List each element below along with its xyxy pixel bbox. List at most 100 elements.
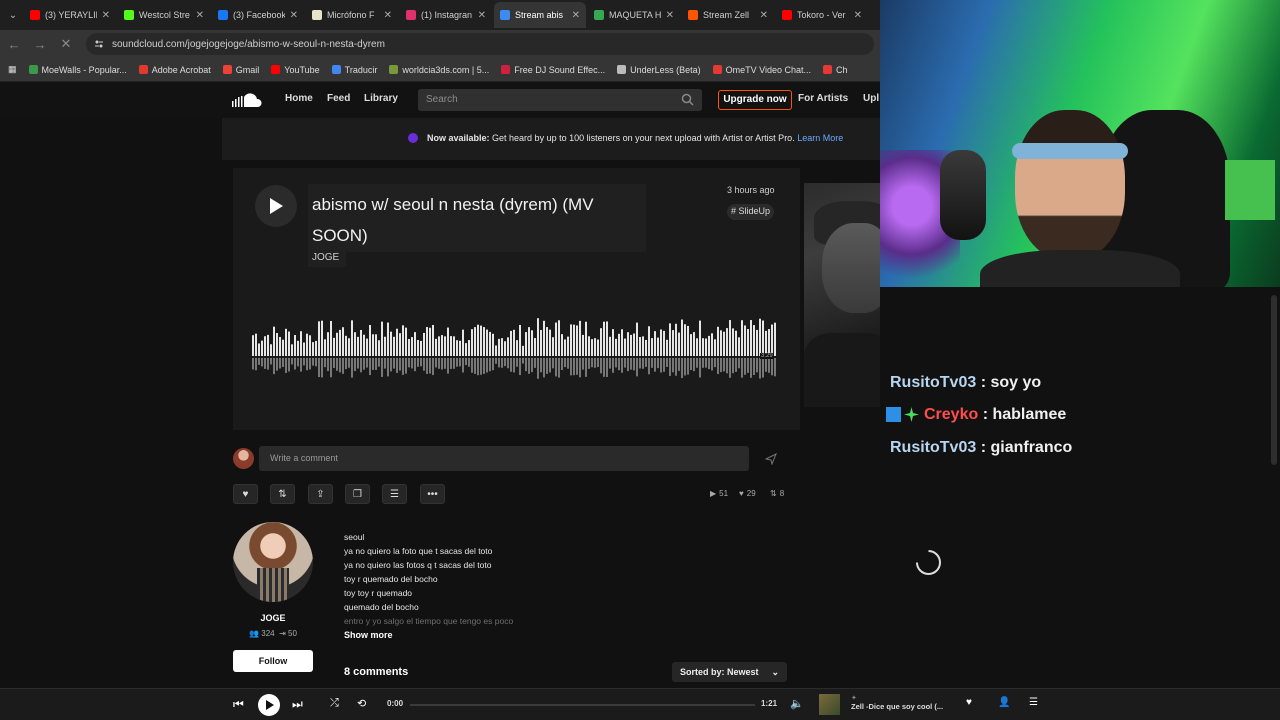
follow-user-icon[interactable]: 👤: [998, 697, 1010, 708]
address-bar[interactable]: soundcloud.com/jogejogejoge/abismo-w-seo…: [86, 33, 874, 55]
announcement-banner: Now available: Get heard by up to 100 li…: [222, 118, 880, 160]
waveform-bar: [441, 335, 443, 356]
waveform-reflection: [663, 358, 665, 372]
send-icon[interactable]: [760, 449, 782, 469]
browser-tab[interactable]: MAQUETA H ✕: [588, 2, 680, 28]
bookmark-item[interactable]: Free DJ Sound Effec...: [501, 65, 605, 75]
comment-input[interactable]: Write a comment: [259, 446, 749, 471]
chevron-down-icon: ⌄: [771, 667, 779, 677]
play-button[interactable]: [255, 185, 297, 227]
close-icon[interactable]: ✕: [760, 10, 768, 21]
waveform-reflection: [366, 358, 368, 368]
for-artists-link[interactable]: For Artists: [798, 93, 848, 104]
waveform-reflection: [267, 358, 269, 370]
progress-bar[interactable]: [410, 704, 755, 706]
waveform-bar: [654, 331, 656, 356]
following-icon: ⇥: [279, 629, 286, 638]
browser-tab[interactable]: Tokoro - Ver ✕: [776, 2, 868, 28]
back-icon[interactable]: ←: [6, 37, 22, 52]
waveform-reflection: [378, 358, 380, 367]
waveform-reflection: [729, 358, 731, 378]
site-info-icon[interactable]: [94, 39, 104, 49]
sort-dropdown[interactable]: Sorted by: Newest ⌄: [672, 662, 787, 682]
bookmark-item[interactable]: Adobe Acrobat: [138, 65, 211, 75]
chat-scrollbar[interactable]: [1271, 295, 1277, 465]
waveform-reflection: [699, 358, 701, 378]
waveform-reflection: [450, 358, 452, 369]
now-playing-artwork[interactable]: [819, 694, 840, 715]
show-more-button[interactable]: Show more: [344, 630, 393, 640]
close-icon[interactable]: ✕: [102, 10, 110, 21]
waveform-bar: [435, 338, 437, 356]
player-play-button[interactable]: [258, 694, 280, 716]
uploader-name[interactable]: JOGE: [233, 613, 313, 623]
more-button[interactable]: •••: [420, 484, 445, 504]
bookmark-item[interactable]: worldcia3ds.com | 5...: [389, 65, 489, 75]
genre-tag[interactable]: # SlideUp: [727, 204, 775, 220]
upgrade-button[interactable]: Upgrade now: [718, 90, 792, 110]
close-icon[interactable]: ✕: [478, 10, 486, 21]
waveform-reflection: [345, 358, 347, 370]
soundcloud-logo-icon[interactable]: [232, 92, 266, 108]
bookmark-favicon-icon: [617, 65, 627, 74]
close-icon[interactable]: ✕: [290, 10, 298, 21]
heart-icon[interactable]: ♥: [966, 697, 972, 708]
share-button[interactable]: ⇪: [308, 484, 333, 504]
close-icon[interactable]: ✕: [666, 10, 674, 21]
waveform-bar: [333, 337, 335, 356]
track-artist-link[interactable]: JOGE: [312, 252, 339, 263]
nav-home[interactable]: Home: [285, 93, 313, 104]
follow-button[interactable]: Follow: [233, 650, 313, 672]
bookmark-item[interactable]: Ch: [823, 65, 848, 75]
browser-tab-active[interactable]: Stream abis ✕: [494, 2, 586, 28]
close-icon[interactable]: ✕: [854, 10, 862, 21]
browser-tab[interactable]: Micrófono F ✕: [306, 2, 398, 28]
bookmark-item[interactable]: MoeWalls - Popular...: [28, 65, 127, 75]
previous-icon[interactable]: ⏮: [233, 697, 244, 712]
stop-icon[interactable]: ✕: [58, 36, 74, 52]
close-icon[interactable]: ✕: [384, 10, 392, 21]
waveform-reflection: [408, 358, 410, 368]
search-icon[interactable]: [681, 93, 694, 106]
search-input[interactable]: Search: [418, 89, 702, 111]
queue-icon[interactable]: ☰: [1029, 697, 1038, 708]
add-to-playlist-button[interactable]: ☰: [382, 484, 407, 504]
now-playing-title[interactable]: Zell -Dice que soy cool (...: [851, 702, 946, 711]
bookmark-item[interactable]: YouTube: [271, 65, 320, 75]
waveform-reflection: [480, 358, 482, 375]
uploader-avatar[interactable]: [233, 522, 313, 602]
close-icon[interactable]: ✕: [572, 10, 580, 21]
tab-search-icon[interactable]: ⌄: [4, 10, 22, 21]
repost-button[interactable]: ⇅: [270, 484, 295, 504]
shuffle-icon[interactable]: ⤮: [330, 697, 339, 710]
waveform-bar: [357, 336, 359, 356]
waveform-bar: [309, 335, 311, 356]
player-bar: ⏮ ⏭ ⤮ ⟲ 0:00 1:21 🔈 ✦ Zell -Dice que soy…: [0, 688, 1280, 720]
browser-tab[interactable]: (3) Facebook ✕: [212, 2, 304, 28]
copy-link-button[interactable]: ❐: [345, 484, 370, 504]
waveform-bar: [594, 338, 596, 356]
forward-icon[interactable]: →: [32, 37, 48, 52]
close-icon[interactable]: ✕: [196, 10, 204, 21]
waveform[interactable]: [252, 312, 778, 384]
next-icon[interactable]: ⏭: [292, 697, 303, 712]
like-button[interactable]: ♥: [233, 484, 258, 504]
nav-feed[interactable]: Feed: [327, 93, 350, 104]
apps-grid-icon[interactable]: ▦: [8, 64, 17, 75]
volume-icon[interactable]: 🔈: [790, 697, 804, 710]
bookmark-item[interactable]: OmeTV Video Chat...: [712, 65, 811, 75]
waveform-bar: [603, 321, 605, 356]
upload-link[interactable]: Upl: [863, 93, 879, 104]
browser-tab[interactable]: (3) YERAYLIF ✕: [24, 2, 116, 28]
browser-tab[interactable]: Stream Zell ✕: [682, 2, 774, 28]
waveform-bar: [651, 338, 653, 356]
bookmark-item[interactable]: Traducir: [331, 65, 377, 75]
browser-tab[interactable]: Westcol Stre ✕: [118, 2, 210, 28]
learn-more-link[interactable]: Learn More: [797, 133, 843, 143]
repeat-icon[interactable]: ⟲: [357, 697, 366, 710]
browser-tab[interactable]: (1) Instagran ✕: [400, 2, 492, 28]
bookmark-item[interactable]: UnderLess (Beta): [617, 65, 701, 75]
bookmark-item[interactable]: Gmail: [222, 65, 259, 75]
waveform-bar: [474, 327, 476, 356]
nav-library[interactable]: Library: [364, 93, 398, 104]
